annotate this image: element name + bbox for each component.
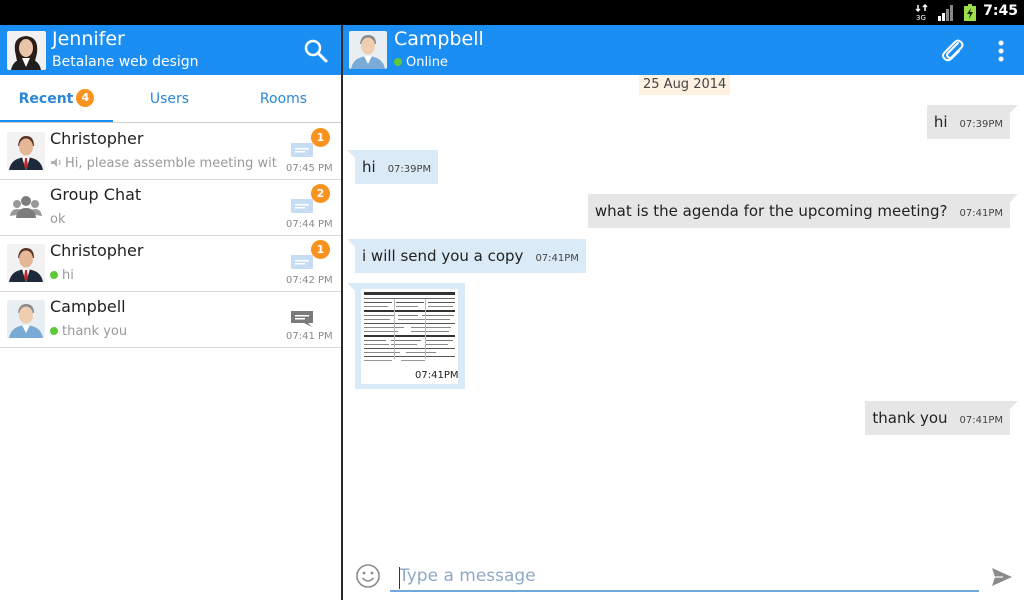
contact-name: Campbell [50, 297, 126, 316]
conversation-pane: Jennifer Betalane web design Recent 4 Use… [0, 25, 341, 600]
read-message-icon [290, 310, 314, 328]
message-time: 07:45 PM [286, 163, 333, 174]
unread-message-icon [290, 142, 314, 160]
message-time: 07:41PM [415, 370, 459, 381]
speaker-icon [50, 157, 62, 172]
unread-message-icon [290, 254, 314, 272]
contact-name: Christopher [50, 129, 144, 148]
status-bar: 3G 7:45 [0, 0, 1024, 25]
battery-charging-icon [964, 4, 976, 21]
outgoing-message[interactable]: thank you 07:41PM [865, 401, 1018, 435]
my-organization: Betalane web design [52, 54, 199, 70]
contact-avatar[interactable] [349, 31, 387, 69]
more-options-icon[interactable] [994, 39, 1008, 63]
attachment-icon[interactable] [939, 37, 965, 63]
my-avatar[interactable] [7, 31, 46, 70]
chat-pane: Campbell Online 25 Aug 2014 hi 07:39PM hi… [343, 25, 1024, 600]
tab-bar: Recent 4 Users Rooms [0, 75, 341, 123]
emoji-icon[interactable] [355, 563, 381, 589]
message-time: 07:41PM [959, 208, 1003, 219]
avatar [7, 132, 45, 170]
message-time: 07:41 PM [286, 331, 333, 342]
tab-rooms[interactable]: Rooms [226, 75, 341, 123]
chat-contact-name: Campbell [394, 28, 484, 50]
signal-icon [937, 5, 955, 21]
last-message: hi [50, 268, 278, 283]
network-3g-icon: 3G [915, 4, 929, 21]
conversation-item[interactable]: Campbell thank you 07:41 PM [0, 292, 341, 348]
online-indicator [50, 271, 58, 279]
conversation-item[interactable]: Group Chat ok 2 07:44 PM [0, 180, 341, 236]
last-message: Hi, please assemble meeting with [50, 156, 278, 172]
message-time: 07:42 PM [286, 275, 333, 286]
incoming-message[interactable]: hi 07:39PM [346, 150, 439, 184]
conversation-item[interactable]: Christopher Hi, please assemble meeting … [0, 124, 341, 180]
contact-name: Christopher [50, 241, 144, 260]
profile-header: Jennifer Betalane web design [0, 25, 341, 75]
chat-header: Campbell Online [343, 25, 1024, 75]
last-message: thank you [50, 324, 278, 339]
message-composer [343, 555, 1024, 600]
unread-count-badge: 1 [311, 240, 330, 259]
group-icon [7, 188, 45, 226]
message-time: 07:44 PM [286, 219, 333, 230]
send-icon[interactable] [991, 566, 1013, 588]
unread-message-icon [290, 198, 314, 216]
message-input[interactable] [390, 562, 979, 592]
image-message[interactable]: 07:41PM [347, 283, 465, 389]
divider [0, 122, 341, 123]
clock: 7:45 [983, 3, 1018, 19]
outgoing-message[interactable]: what is the agenda for the upcoming meet… [587, 194, 1019, 228]
avatar [7, 300, 45, 338]
presence-status: Online [394, 55, 448, 70]
message-time: 07:39PM [387, 164, 432, 175]
message-time: 07:41PM [959, 415, 1003, 426]
conversation-item[interactable]: Christopher hi 1 07:42 PM [0, 236, 341, 292]
avatar [7, 244, 45, 282]
contact-name: Group Chat [50, 185, 142, 204]
outgoing-message[interactable]: hi 07:39PM [926, 105, 1019, 139]
unread-count-badge: 1 [311, 128, 330, 147]
date-separator: 25 Aug 2014 [639, 75, 731, 95]
tab-users[interactable]: Users [113, 75, 226, 123]
unread-count-badge: 2 [311, 184, 330, 203]
online-indicator [394, 58, 402, 66]
search-icon[interactable] [303, 38, 329, 64]
tab-recent[interactable]: Recent 4 [0, 75, 113, 123]
message-time: 07:41PM [535, 253, 579, 264]
svg-text:3G: 3G [916, 14, 926, 21]
recent-count-badge: 4 [76, 89, 95, 107]
message-time: 07:39PM [959, 119, 1003, 130]
my-name: Jennifer [52, 28, 125, 50]
last-message: ok [50, 212, 66, 227]
incoming-message[interactable]: i will send you a copy 07:41PM [347, 239, 586, 273]
text-cursor [399, 567, 400, 589]
online-indicator [50, 327, 58, 335]
